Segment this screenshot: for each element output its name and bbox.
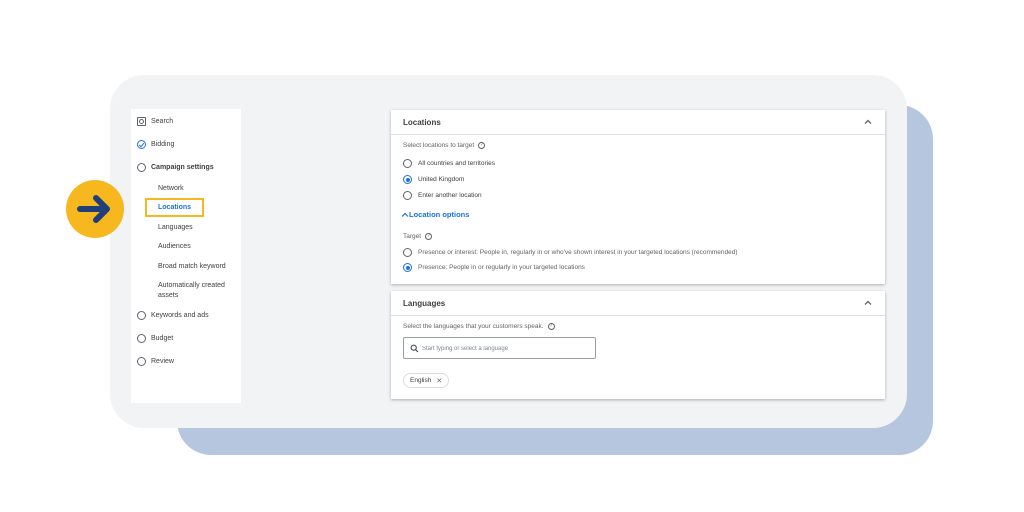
- radio-empty-icon: [137, 357, 146, 366]
- search-icon: [137, 117, 146, 126]
- location-options-label: Location options: [409, 210, 470, 219]
- option-label: All countries and territories: [418, 160, 495, 167]
- campaign-sidebar: Search Bidding Campaign settings Network…: [131, 109, 241, 403]
- sidebar-subitem-audiences[interactable]: Audiences: [158, 242, 191, 252]
- option-label: Enter another location: [418, 192, 482, 199]
- check-circle-icon: [137, 140, 146, 149]
- panel-title: Locations: [403, 118, 441, 127]
- radio-empty-icon: [137, 311, 146, 320]
- arrow-right-icon: [77, 195, 110, 223]
- close-icon[interactable]: ✕: [436, 377, 442, 385]
- option-label: United Kingdom: [418, 176, 465, 183]
- target-option-label: Presence: People in or regularly in your…: [418, 264, 585, 271]
- search-icon: [410, 344, 419, 353]
- languages-panel-header[interactable]: Languages: [391, 291, 885, 316]
- sidebar-item-label: Budget: [151, 335, 174, 342]
- sidebar-item-budget[interactable]: Budget: [137, 334, 173, 343]
- radio-presence-or-interest[interactable]: [403, 248, 412, 257]
- radio-another-location[interactable]: [403, 191, 412, 200]
- language-search-field[interactable]: [403, 337, 596, 359]
- languages-panel: Languages Select the languages that your…: [391, 291, 885, 399]
- chip-label: English: [410, 377, 432, 384]
- screenshot-stage: Search Bidding Campaign settings Network…: [0, 0, 1024, 512]
- target-option-label: Presence or interest: People in, regular…: [418, 249, 738, 256]
- sidebar-subitem-network[interactable]: Network: [158, 184, 184, 194]
- language-search-input[interactable]: [422, 342, 592, 355]
- radio-empty-icon: [137, 163, 146, 172]
- sidebar-item-label: Review: [151, 358, 174, 365]
- languages-select-label: Select the languages that your customers…: [403, 323, 555, 330]
- target-label: Target?: [403, 233, 433, 241]
- radio-presence[interactable]: [403, 263, 412, 272]
- sidebar-item-label: Keywords and ads: [151, 312, 209, 319]
- sidebar-subitem-languages[interactable]: Languages: [158, 223, 193, 233]
- help-circle-icon[interactable]: ?: [547, 323, 555, 330]
- sidebar-item-bidding[interactable]: Bidding: [137, 140, 174, 149]
- chevron-up-icon: [401, 212, 409, 217]
- sidebar-subitem-locations[interactable]: Locations: [158, 203, 191, 213]
- locations-panel: Locations Select locations to target? Al…: [391, 110, 885, 284]
- radio-united-kingdom[interactable]: [403, 175, 412, 184]
- sidebar-item-campaign-settings[interactable]: Campaign settings: [137, 163, 214, 172]
- radio-empty-icon: [137, 334, 146, 343]
- pointer-badge: [66, 180, 124, 238]
- help-circle-icon[interactable]: ?: [425, 233, 433, 240]
- sidebar-item-review[interactable]: Review: [137, 357, 174, 366]
- chevron-up-icon[interactable]: [863, 298, 873, 308]
- location-options-toggle[interactable]: Location options: [401, 210, 469, 219]
- locations-select-text: Select locations to target: [403, 142, 475, 150]
- panel-title: Languages: [403, 299, 446, 308]
- sidebar-item-label: Search: [151, 118, 174, 125]
- radio-all-countries[interactable]: [403, 159, 412, 168]
- sidebar-item-label: Campaign settings: [151, 164, 214, 171]
- target-label-text: Target: [403, 233, 422, 241]
- help-circle-icon[interactable]: ?: [478, 142, 486, 149]
- sidebar-subitem-auto-assets[interactable]: Automatically created assets: [158, 281, 234, 301]
- sidebar-item-search[interactable]: Search: [137, 117, 173, 126]
- language-chip-english[interactable]: English ✕: [403, 373, 450, 388]
- locations-panel-header[interactable]: Locations: [391, 110, 885, 135]
- languages-select-text: Select the languages that your customers…: [403, 323, 544, 331]
- locations-select-label: Select locations to target?: [403, 142, 486, 150]
- chevron-up-icon[interactable]: [863, 117, 873, 127]
- sidebar-item-label: Bidding: [151, 141, 175, 148]
- sidebar-item-keywords-and-ads[interactable]: Keywords and ads: [137, 311, 209, 320]
- sidebar-subitem-broad-match-keyword[interactable]: Broad match keyword: [158, 262, 226, 272]
